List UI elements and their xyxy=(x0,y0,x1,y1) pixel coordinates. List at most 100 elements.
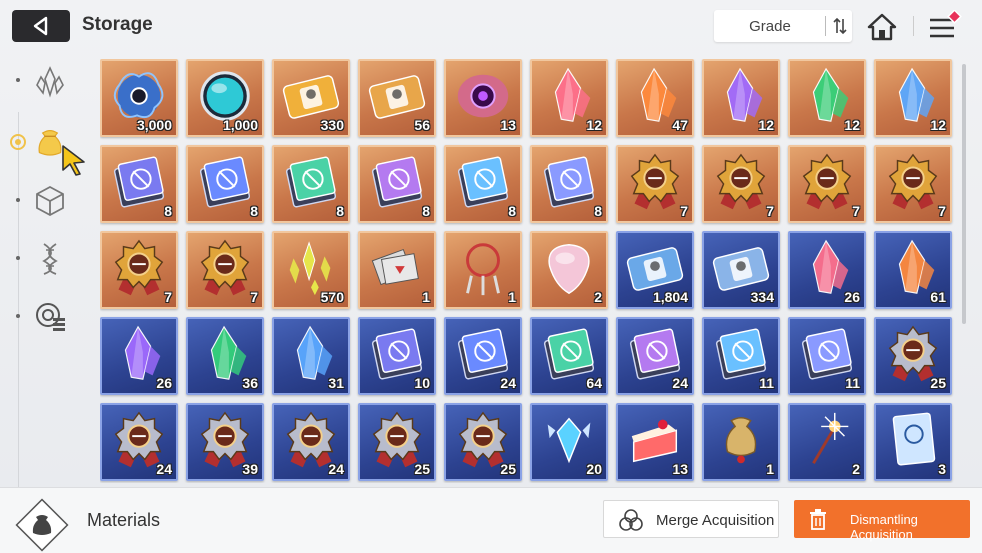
inventory-item[interactable]: 1,000 xyxy=(186,59,264,137)
inventory-item[interactable]: 8 xyxy=(530,145,608,223)
inventory-item[interactable]: 61 xyxy=(874,231,952,309)
sidebar-item-box[interactable] xyxy=(28,178,72,222)
inventory-item[interactable]: 12 xyxy=(530,59,608,137)
item-count: 1 xyxy=(422,289,430,305)
inventory-item[interactable]: 8 xyxy=(186,145,264,223)
medal-icon xyxy=(114,239,164,296)
sidebar-dot xyxy=(16,314,20,318)
inventory-item[interactable]: 1 xyxy=(444,231,522,309)
inventory-item[interactable]: 1 xyxy=(702,403,780,481)
sidebar-item-chip[interactable] xyxy=(28,294,72,338)
item-count: 25 xyxy=(414,461,430,477)
inventory-item[interactable]: 2 xyxy=(788,403,866,481)
dismantling-acquisition-button[interactable]: Dismantling Acquisition xyxy=(794,500,970,542)
inventory-item[interactable]: 31 xyxy=(272,317,350,395)
menu-icon[interactable] xyxy=(926,10,966,42)
inventory-item[interactable]: 24 xyxy=(100,403,178,481)
inventory-item[interactable]: 11 xyxy=(788,317,866,395)
inventory-item[interactable]: 26 xyxy=(788,231,866,309)
back-arrow-icon xyxy=(33,16,48,36)
sidebar-dot xyxy=(16,256,20,260)
inventory-item[interactable]: 7 xyxy=(874,145,952,223)
inventory-item[interactable]: 24 xyxy=(616,317,694,395)
item-count: 12 xyxy=(586,117,602,133)
inventory-item[interactable]: 12 xyxy=(702,59,780,137)
inventory-item[interactable]: 7 xyxy=(100,231,178,309)
inventory-item[interactable]: 56 xyxy=(358,59,436,137)
book-icon xyxy=(199,156,251,208)
home-icon[interactable] xyxy=(866,12,898,42)
sidebar-line xyxy=(18,112,19,502)
inventory-item[interactable]: 13 xyxy=(444,59,522,137)
inventory-item[interactable]: 1 xyxy=(358,231,436,309)
item-count: 2 xyxy=(852,461,860,477)
inventory-item[interactable]: 3,000 xyxy=(100,59,178,137)
inventory-item[interactable]: 25 xyxy=(874,317,952,395)
item-count: 8 xyxy=(508,203,516,219)
item-count: 8 xyxy=(164,203,172,219)
inventory-item[interactable]: 12 xyxy=(788,59,866,137)
medal-icon xyxy=(716,153,766,210)
inventory-item[interactable]: 3 xyxy=(874,403,952,481)
inventory-item[interactable]: 334 xyxy=(702,231,780,309)
item-count: 7 xyxy=(680,203,688,219)
top-bar: Storage Grade xyxy=(0,0,982,52)
item-count: 2 xyxy=(594,289,602,305)
item-count: 1,000 xyxy=(222,117,258,133)
inventory-item[interactable]: 13 xyxy=(616,403,694,481)
item-count: 47 xyxy=(672,117,688,133)
inventory-item[interactable]: 25 xyxy=(444,403,522,481)
inventory-item[interactable]: 7 xyxy=(702,145,780,223)
sort-dropdown[interactable]: Grade xyxy=(714,10,852,42)
inventory-item[interactable]: 20 xyxy=(530,403,608,481)
item-count: 10 xyxy=(414,375,430,391)
inventory-item[interactable]: 64 xyxy=(530,317,608,395)
item-count: 8 xyxy=(336,203,344,219)
item-count: 24 xyxy=(156,461,172,477)
inventory-item[interactable]: 8 xyxy=(358,145,436,223)
sort-order-icon[interactable] xyxy=(830,16,850,36)
inventory-item[interactable]: 8 xyxy=(100,145,178,223)
inventory-item[interactable]: 25 xyxy=(358,403,436,481)
sidebar-item-dna[interactable] xyxy=(28,236,72,280)
inventory-item[interactable]: 36 xyxy=(186,317,264,395)
inventory-item[interactable]: 7 xyxy=(186,231,264,309)
item-count: 26 xyxy=(156,375,172,391)
item-count: 13 xyxy=(500,117,516,133)
grid-scrollbar[interactable] xyxy=(962,64,966,324)
inventory-item[interactable]: 7 xyxy=(616,145,694,223)
inventory-item[interactable]: 24 xyxy=(272,403,350,481)
inventory-item[interactable]: 1,804 xyxy=(616,231,694,309)
medal-icon xyxy=(888,153,938,210)
inventory-item[interactable]: 24 xyxy=(444,317,522,395)
inventory-item[interactable]: 26 xyxy=(100,317,178,395)
sidebar-item-crystal[interactable] xyxy=(28,60,72,104)
inventory-item[interactable]: 330 xyxy=(272,59,350,137)
item-count: 7 xyxy=(766,203,774,219)
back-button[interactable] xyxy=(12,10,70,42)
inventory-item[interactable]: 2 xyxy=(530,231,608,309)
item-count: 24 xyxy=(328,461,344,477)
inventory-item[interactable]: 8 xyxy=(444,145,522,223)
inventory-item[interactable]: 11 xyxy=(702,317,780,395)
medal-icon xyxy=(200,239,250,296)
item-count: 61 xyxy=(930,289,946,305)
category-label: Materials xyxy=(87,510,161,530)
merge-acquisition-button[interactable]: Merge Acquisition xyxy=(603,500,779,538)
inventory-item[interactable]: 47 xyxy=(616,59,694,137)
inventory-item[interactable]: 570 xyxy=(272,231,350,309)
cursor-icon xyxy=(62,145,85,176)
item-count: 31 xyxy=(328,375,344,391)
cube-icon xyxy=(36,185,64,217)
inventory-item[interactable]: 39 xyxy=(186,403,264,481)
sort-label: Grade xyxy=(749,18,791,35)
inventory-item[interactable]: 12 xyxy=(874,59,952,137)
book-icon xyxy=(113,156,165,208)
cards-icon xyxy=(371,248,419,286)
inventory-item[interactable]: 8 xyxy=(272,145,350,223)
materials-category-icon xyxy=(15,498,69,552)
inventory-item[interactable]: 7 xyxy=(788,145,866,223)
pick-icon xyxy=(548,244,590,295)
inventory-item[interactable]: 10 xyxy=(358,317,436,395)
item-count: 7 xyxy=(852,203,860,219)
